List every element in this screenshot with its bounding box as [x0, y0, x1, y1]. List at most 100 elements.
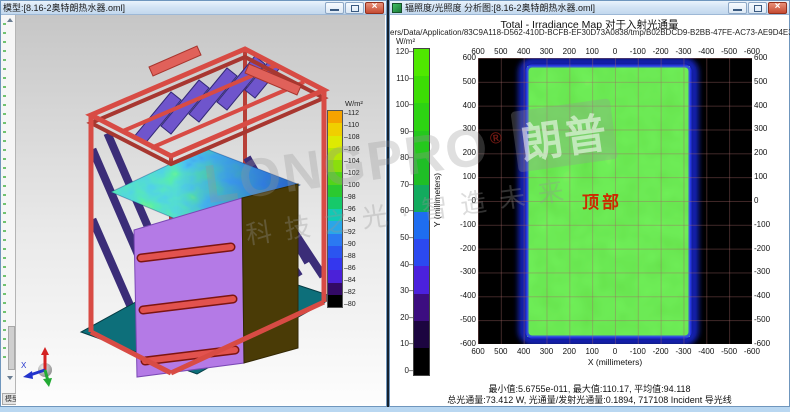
- colorbar-segment: [328, 221, 342, 233]
- irradiance-plot: 顶部: [478, 58, 752, 344]
- colorbar-labels: 1121101081061041021009896949290888684828…: [344, 110, 360, 308]
- colorbar-tick: 110: [394, 74, 413, 83]
- x-axis-arrow: [23, 371, 33, 379]
- minimize-button[interactable]: [728, 2, 747, 14]
- colorbar-tick: 98: [344, 194, 360, 201]
- tick-label: 100: [754, 173, 782, 181]
- irradiance-map-window: 辐照度/光照度 分析图:[8.16-2奥特朗热水器.oml] Total - I…: [389, 0, 790, 407]
- colorbar-segment: [328, 234, 342, 246]
- tick-label: 200: [754, 149, 782, 157]
- colorbar-tick: 80: [394, 153, 413, 162]
- tick-label: 0: [448, 197, 476, 205]
- restore-button[interactable]: [345, 2, 364, 14]
- tick-label: -100: [754, 221, 782, 229]
- colorbar-segment: [328, 283, 342, 295]
- colorbar-segment: [328, 258, 342, 270]
- colorbar-segment: [328, 136, 342, 148]
- tick-label: 0: [754, 197, 782, 205]
- colorbar-tick: 90: [394, 127, 413, 136]
- tick-label: 400: [448, 102, 476, 110]
- x-axis-title: X (millimeters): [478, 357, 752, 367]
- close-button[interactable]: [365, 2, 384, 14]
- colorbar-tick: 20: [394, 313, 413, 322]
- tick-label: 200: [560, 47, 579, 56]
- colorbar-tick: 94: [344, 217, 360, 224]
- y-axis-title: Y (millimeters): [432, 120, 442, 280]
- scrollbar-thumb[interactable]: [8, 326, 15, 370]
- tick-label: 200: [560, 347, 579, 356]
- map-window-title: 辐照度/光照度 分析图:[8.16-2奥特朗热水器.oml]: [405, 1, 728, 14]
- tick-label: 400: [754, 102, 782, 110]
- colorbar-segment: [414, 76, 429, 103]
- y-axis-ticks-left: 6005004003002001000-100-200-300-400-500-…: [448, 58, 476, 344]
- colorbar-segment: [328, 185, 342, 197]
- tick-label: -100: [628, 347, 647, 356]
- map-colorbar: W/m² 1201101009080706050403020100: [394, 37, 430, 376]
- colorbar-segment: [414, 131, 429, 158]
- viewport-3d[interactable]: X W/m² 112110108106104102100989694929088…: [16, 15, 385, 405]
- tick-label: -400: [754, 292, 782, 300]
- model-colorbar: W/m² 11211010810610410210098969492908886…: [327, 99, 385, 308]
- tick-label: -200: [754, 245, 782, 253]
- colorbar-segment: [414, 239, 429, 266]
- tick-label: 600: [468, 347, 487, 356]
- tick-label: 400: [514, 347, 533, 356]
- tick-label: -500: [720, 347, 739, 356]
- tick-label: -500: [754, 316, 782, 324]
- colorbar-tick: 0: [394, 366, 413, 375]
- x-axis-ticks-bottom: 6005004003002001000-100-200-300-400-500-…: [478, 347, 752, 356]
- colorbar-segment: [328, 123, 342, 135]
- colorbar-tick: 104: [344, 158, 360, 165]
- colorbar-tick: 84: [344, 277, 360, 284]
- colorbar-tick: 80: [344, 301, 360, 308]
- tick-label: -600: [742, 347, 761, 356]
- colorbar-tick: 110: [344, 122, 360, 129]
- model-window-titlebar[interactable]: 模型:[8.16-2奥特朗热水器.oml]: [1, 1, 386, 15]
- model-window: 模型:[8.16-2奥特朗热水器.oml] 模型: [0, 0, 387, 407]
- tick-label: -500: [448, 316, 476, 324]
- colorbar-segment: [328, 148, 342, 160]
- colorbar-tick: 102: [344, 170, 360, 177]
- colorbar-tick: 100: [394, 100, 413, 109]
- colorbar-segment: [328, 111, 342, 123]
- z-axis-arrow: [41, 347, 49, 355]
- tick-label: 100: [583, 47, 602, 56]
- map-window-titlebar[interactable]: 辐照度/光照度 分析图:[8.16-2奥特朗热水器.oml]: [390, 1, 789, 15]
- scroll-up-icon[interactable]: [7, 18, 13, 22]
- colorbar-tick: 82: [344, 289, 360, 296]
- colorbar-segment: [414, 348, 429, 375]
- tick-label: 300: [537, 347, 556, 356]
- tick-label: -200: [651, 47, 670, 56]
- tick-label: 500: [491, 347, 510, 356]
- minimize-button[interactable]: [325, 2, 344, 14]
- colorbar-segment: [414, 103, 429, 130]
- colorbar-tick: 112: [344, 110, 360, 117]
- colorbar-tick: 40: [394, 260, 413, 269]
- colorbar-segment: [414, 321, 429, 348]
- colorbar-tick: 96: [344, 206, 360, 213]
- model-tree-sliver[interactable]: [1, 15, 16, 394]
- tick-label: -200: [448, 245, 476, 253]
- tick-label: 0: [605, 47, 624, 56]
- tick-label: -400: [448, 292, 476, 300]
- tick-label: 0: [605, 347, 624, 356]
- colorbar-segment: [328, 246, 342, 258]
- scroll-down-icon[interactable]: [7, 376, 13, 380]
- close-button[interactable]: [768, 2, 787, 14]
- application-workspace: 模型:[8.16-2奥特朗热水器.oml] 模型: [0, 0, 790, 412]
- colorbar-segment: [414, 185, 429, 212]
- colorbar-gradient: [327, 110, 343, 308]
- tick-label: -500: [720, 47, 739, 56]
- colorbar-tick: 50: [394, 233, 413, 242]
- tick-label: -600: [754, 340, 782, 348]
- top-surface-annotation: 顶部: [582, 188, 622, 213]
- colorbar-segment: [414, 49, 429, 76]
- tick-label: 500: [754, 78, 782, 86]
- map-file-path: ers/Data/Application/83C9A118-D562-410D-…: [390, 28, 789, 37]
- tick-label: 100: [448, 173, 476, 181]
- colorbar-tick: 108: [344, 134, 360, 141]
- colorbar-segment: [414, 266, 429, 293]
- tick-label: -400: [697, 47, 716, 56]
- colorbar-unit: W/m²: [345, 99, 385, 108]
- restore-button[interactable]: [748, 2, 767, 14]
